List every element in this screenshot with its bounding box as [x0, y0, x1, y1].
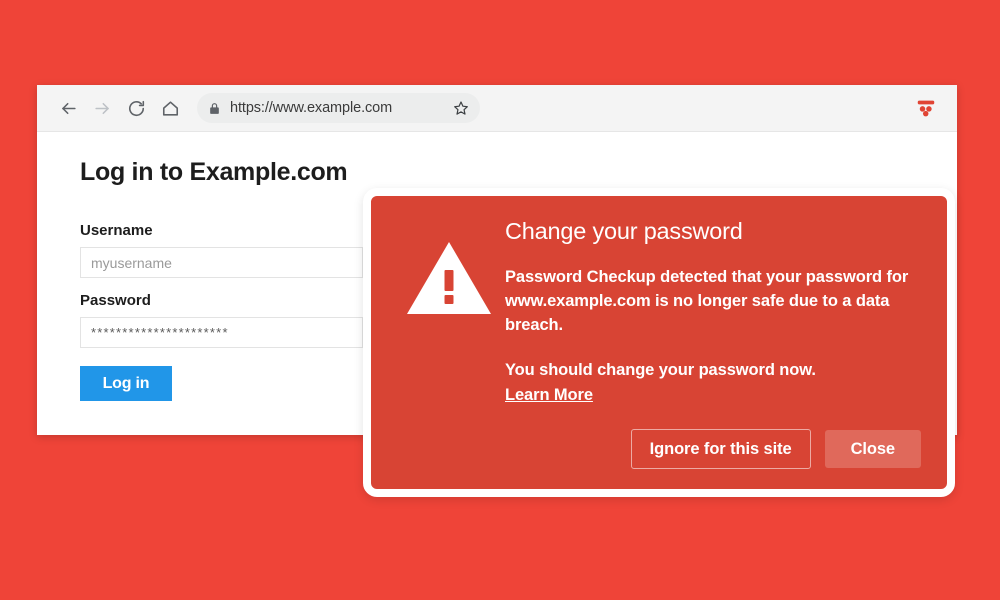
- dialog-body: Change your password Password Checkup de…: [393, 218, 921, 429]
- reload-icon: [127, 99, 146, 118]
- arrow-right-icon: [93, 99, 112, 118]
- login-button[interactable]: Log in: [80, 366, 172, 401]
- home-icon: [161, 99, 180, 118]
- lock-icon: [208, 102, 221, 115]
- dialog-text-block: Change your password Password Checkup de…: [505, 218, 921, 429]
- address-bar-url[interactable]: https://www.example.com: [230, 100, 447, 116]
- dialog-inner: Change your password Password Checkup de…: [371, 196, 947, 489]
- learn-more-link[interactable]: Learn More: [505, 386, 593, 405]
- dialog-message: Password Checkup detected that your pass…: [505, 268, 909, 335]
- username-input[interactable]: myusername: [80, 247, 363, 278]
- home-button[interactable]: [153, 91, 187, 125]
- password-checkup-extension-icon[interactable]: [913, 95, 939, 121]
- ignore-for-this-site-button[interactable]: Ignore for this site: [630, 429, 811, 469]
- page-title: Log in to Example.com: [80, 158, 348, 186]
- dialog-call-to-action: You should change your password now.: [505, 361, 816, 380]
- address-bar[interactable]: https://www.example.com: [197, 93, 480, 123]
- back-button[interactable]: [51, 91, 85, 125]
- star-icon[interactable]: [453, 100, 469, 116]
- password-input[interactable]: **********************: [80, 317, 363, 348]
- arrow-left-icon: [59, 99, 78, 118]
- browser-toolbar: https://www.example.com: [37, 85, 957, 132]
- dialog-actions: Ignore for this site Close: [393, 429, 921, 489]
- close-button[interactable]: Close: [824, 430, 921, 468]
- change-password-dialog: Change your password Password Checkup de…: [363, 188, 955, 497]
- reload-button[interactable]: [119, 91, 153, 125]
- forward-button[interactable]: [85, 91, 119, 125]
- warning-triangle-icon: [393, 218, 505, 429]
- dialog-title: Change your password: [505, 218, 743, 244]
